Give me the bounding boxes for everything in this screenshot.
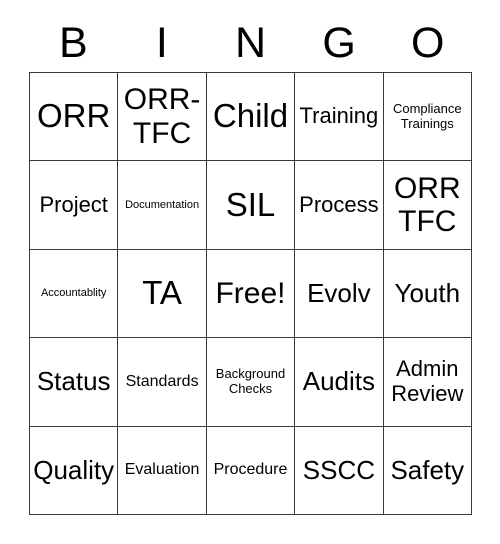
bingo-cell-label: Standards bbox=[125, 372, 199, 390]
bingo-cell[interactable]: Procedure bbox=[206, 426, 296, 515]
bingo-cell[interactable]: Accountablity bbox=[30, 249, 119, 339]
bingo-cell-label: Evolv bbox=[307, 277, 371, 308]
bingo-header-row: BINGO bbox=[29, 14, 472, 72]
bingo-cell-label: Quality bbox=[33, 454, 115, 485]
bingo-cell[interactable]: ORR TFC bbox=[383, 161, 472, 250]
bingo-cell[interactable]: Safety bbox=[383, 426, 472, 515]
bingo-cell-label: SSCC bbox=[302, 454, 376, 485]
bingo-cell-label: Audits bbox=[302, 366, 376, 397]
bingo-cell[interactable]: Training bbox=[295, 73, 384, 162]
bingo-cell[interactable]: Process bbox=[295, 161, 384, 250]
bingo-cell-label: Free! bbox=[215, 276, 286, 310]
bingo-cell-label: Admin Review bbox=[391, 356, 464, 406]
bingo-cell[interactable]: Admin Review bbox=[383, 338, 472, 427]
bingo-cell-label: Project bbox=[39, 191, 108, 217]
bingo-header-letter-i: I bbox=[155, 18, 168, 67]
bingo-cell-label: Accountablity bbox=[40, 287, 107, 300]
bingo-free-space[interactable]: Free! bbox=[206, 249, 296, 339]
bingo-cell-label: Status bbox=[36, 366, 111, 397]
bingo-cell[interactable]: SSCC bbox=[295, 426, 384, 515]
bingo-card: B I N G O ORR ORR-TFC Child Training Compliance … bbox=[0, 0, 500, 544]
bingo-cell[interactable]: ORR bbox=[30, 73, 119, 162]
bingo-cell[interactable]: ORR-TFC bbox=[118, 73, 207, 162]
bingo-cell[interactable]: Standards bbox=[118, 338, 207, 427]
bingo-cell-label: Safety bbox=[390, 454, 465, 485]
bingo-cell-label: Child bbox=[212, 97, 289, 135]
bingo-cell-label: Evaluation bbox=[124, 461, 200, 479]
bingo-cell[interactable]: Project bbox=[30, 161, 119, 250]
bingo-cell[interactable]: Background Checks bbox=[206, 338, 296, 427]
bingo-cell-label: Background Checks bbox=[215, 366, 286, 396]
bingo-cell-label: Youth bbox=[394, 277, 461, 308]
bingo-cell[interactable]: SIL bbox=[206, 161, 296, 250]
bingo-grid: ORR ORR-TFC Child Training Compliance Traini… bbox=[29, 72, 472, 515]
bingo-cell-label: SIL bbox=[225, 185, 276, 223]
bingo-cell[interactable]: Quality bbox=[30, 426, 119, 515]
bingo-cell-label: Compliance Trainings bbox=[392, 101, 462, 131]
bingo-header-letter-g: G bbox=[322, 18, 356, 67]
bingo-cell[interactable]: Evaluation bbox=[118, 426, 207, 515]
bingo-header-letter-n: N bbox=[234, 18, 267, 67]
bingo-cell[interactable]: Compliance Trainings bbox=[383, 73, 472, 162]
bingo-cell[interactable]: Status bbox=[30, 338, 119, 427]
bingo-cell-label: ORR TFC bbox=[393, 171, 461, 239]
bingo-cell-label: Training bbox=[299, 103, 379, 129]
bingo-header-letter-o: O bbox=[410, 18, 445, 67]
bingo-cell[interactable]: Audits bbox=[295, 338, 384, 427]
bingo-cell[interactable]: Evolv bbox=[295, 249, 384, 339]
bingo-cell[interactable]: Youth bbox=[383, 249, 472, 339]
bingo-cell[interactable]: Documentation bbox=[118, 161, 207, 250]
bingo-cell-label: ORR bbox=[37, 97, 111, 135]
bingo-header-letter-b: B bbox=[58, 18, 88, 67]
bingo-cell[interactable]: TA bbox=[118, 249, 207, 339]
bingo-cell-label: Documentation bbox=[125, 198, 200, 211]
bingo-cell-label: TA bbox=[142, 274, 182, 312]
bingo-cell-label: Process bbox=[299, 191, 379, 217]
bingo-cell-label: ORR-TFC bbox=[123, 83, 201, 150]
bingo-cell[interactable]: Child bbox=[206, 73, 296, 162]
bingo-cell-label: Procedure bbox=[213, 461, 288, 479]
